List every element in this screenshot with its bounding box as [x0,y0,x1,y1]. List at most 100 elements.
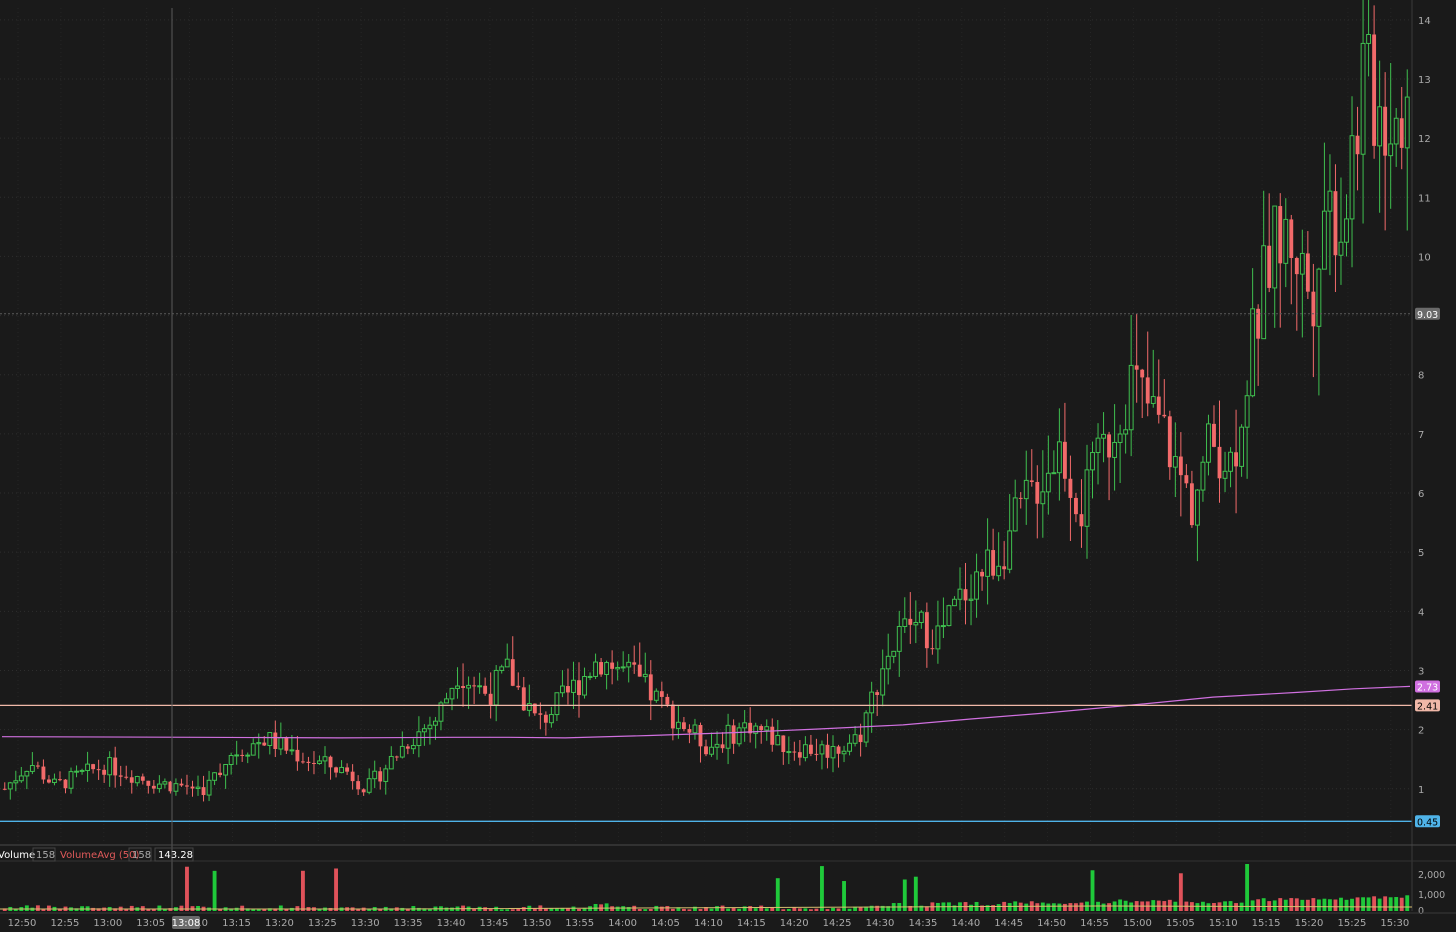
volume-bar [278,905,283,911]
volume-bar [510,909,515,911]
volume-bar [1361,897,1365,911]
candle-body [250,743,256,756]
volume-bar [1328,899,1332,911]
volume-bar [1294,898,1299,911]
candle-body [720,744,725,749]
candle-body [300,761,305,763]
candle-body [665,696,670,705]
volume-bar [1405,895,1410,911]
candle-body [1404,96,1410,149]
candle-body [477,685,483,688]
volume-bar [1344,899,1349,911]
candle-body [1321,210,1327,270]
volume-bar [1046,903,1051,911]
price-level-label: 0.45 [1417,817,1438,828]
candle-body [1272,205,1278,289]
candle-body [852,734,858,744]
time-tick-label: 15:20 [1295,918,1324,929]
time-tick-label: 14:05 [651,918,680,929]
time-tick-label: 12:55 [50,918,79,929]
volume-bar [1272,900,1277,911]
volume-bar [1316,899,1321,911]
candle-body [427,724,433,730]
time-tick-label: 13:15 [222,918,251,929]
candle-body [1311,291,1316,327]
candle-body [1250,308,1256,397]
volume-bar [681,908,686,911]
crosshair-price-label: 9.03 [1417,310,1438,321]
time-tick-label: 15:05 [1166,918,1195,929]
candle-body [571,679,576,693]
volume-bar [759,905,764,911]
volume-bar [505,909,510,911]
volume-bar [610,906,615,911]
candle-body [179,783,184,786]
candle-body [1278,206,1283,264]
volume-bar [792,907,797,911]
candle-body [68,771,74,789]
volume-bar [654,905,659,911]
candle-body [52,778,57,784]
time-tick-label: 13:45 [479,918,508,929]
volume-bar [577,908,581,911]
candle-body [648,674,653,701]
candle-body [1294,257,1299,275]
candle-body [687,729,692,733]
volume-bar [1322,898,1327,911]
volume-bar [1377,898,1382,911]
candle-body [173,783,179,792]
candle-body [1234,452,1239,467]
candle-body [278,737,284,750]
candle-body [295,749,300,762]
candle-body [891,650,897,657]
volume-bar [659,906,664,911]
candle-body [18,775,24,782]
candle-body [847,742,852,752]
volume-bar [356,909,361,911]
volume-bar [416,907,421,911]
volume-bar [1350,898,1354,911]
volume-bar [720,905,725,911]
candle-body [1239,426,1245,467]
volume-bar [820,866,824,911]
candle-body [399,745,405,758]
volume-bar [1057,903,1062,911]
volume-bar [1007,903,1012,911]
candle-body [566,686,570,693]
volume-bar [748,906,753,911]
volume-bar [742,906,747,911]
candle-body [610,662,615,669]
candle-body [1145,377,1150,404]
candle-body [378,771,383,782]
candle-body [1261,245,1267,340]
time-tick-label: 15:25 [1337,918,1366,929]
candle-body [1084,469,1090,527]
candle-body [1366,33,1372,44]
candle-body [626,661,632,668]
candle-body [802,744,808,759]
volume-bar [1062,903,1067,911]
price-chart[interactable]: 12345678910111213149.032.732.410.45 Volu… [0,0,1456,932]
candle-body [1299,252,1305,275]
candle-body [2,788,7,790]
candle-body [736,727,742,745]
candle-body [1140,369,1145,378]
time-tick-label: 12:50 [8,918,37,929]
candle-body [1184,475,1189,484]
candle-body [1222,470,1228,479]
candle-body [637,664,642,677]
candle-body [416,731,422,747]
candle-body [642,673,648,678]
volume-bar [1129,902,1134,911]
candle-body [7,782,13,790]
candle-body [284,737,289,751]
time-tick-label: 15:15 [1252,918,1281,929]
volume-bar [157,905,162,911]
candle-body [825,744,830,758]
candle-body [24,770,30,777]
candle-body [483,685,488,694]
candle-body [1128,364,1134,431]
volume-bar [521,907,526,911]
candle-body [328,756,333,768]
volume-bar [1035,903,1040,911]
